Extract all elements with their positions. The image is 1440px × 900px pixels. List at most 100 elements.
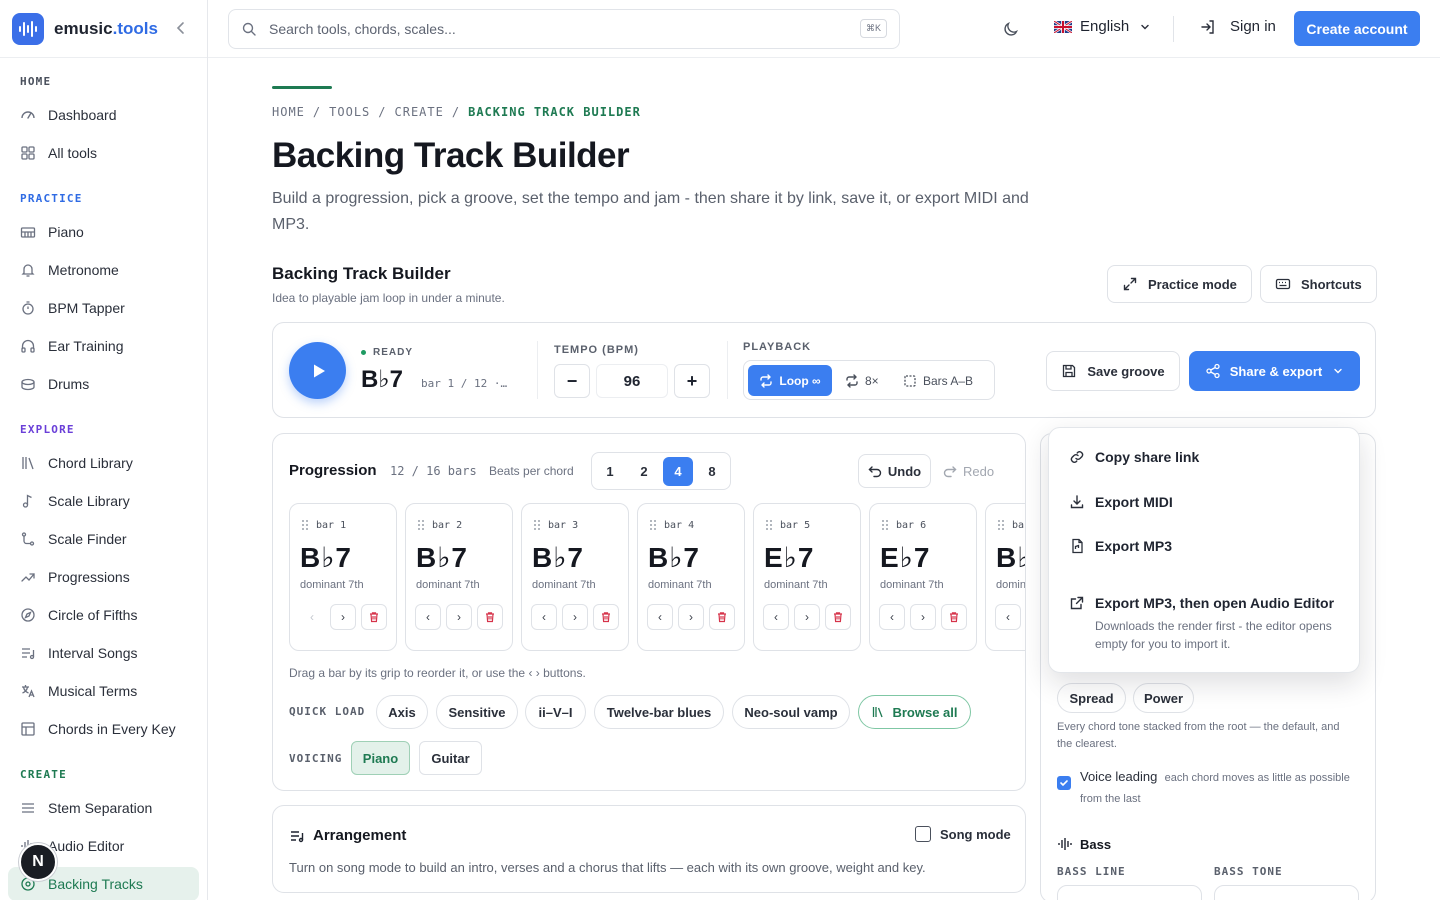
menu-item-export-midi[interactable]: Export MIDI [1069,494,1173,510]
quick-load-axis[interactable]: Axis [376,695,428,729]
menu-item-export-mp3[interactable]: Export MP3 [1069,538,1172,554]
chevron-left-icon[interactable] [172,19,190,37]
delete-bar-button[interactable] [709,604,735,630]
breadcrumb-home[interactable]: HOME [272,105,305,119]
bar-card[interactable]: bar 6 E♭7 dominant 7th ‹ › [869,503,977,651]
drag-grip-icon[interactable] [649,519,657,531]
bar-card[interactable]: bar 5 E♭7 dominant 7th ‹ › [753,503,861,651]
create-account-button[interactable]: Create account [1294,11,1420,46]
move-bar-right-button[interactable]: › [910,604,936,630]
quick-load-twelve-bar-blues[interactable]: Twelve-bar blues [594,695,724,729]
beats-option-1[interactable]: 1 [595,457,625,486]
voicing-spread[interactable]: Spread [1057,683,1126,713]
quick-load-neo-soul-vamp[interactable]: Neo-soul vamp [732,695,850,729]
checkbox-checked[interactable] [1057,776,1071,790]
language-selector[interactable]: English [1054,18,1151,35]
breadcrumb-separator: / [312,105,322,119]
bar-card[interactable]: bar 3 B♭7 dominant 7th ‹ › [521,503,629,651]
delete-bar-button[interactable] [593,604,619,630]
move-bar-right-button[interactable]: › [330,604,356,630]
practice-mode-button[interactable]: Practice mode [1107,265,1252,303]
sidebar-item-metronome[interactable]: Metronome [8,253,199,287]
share-export-button[interactable]: Share & export [1189,351,1360,391]
sidebar-item-drums[interactable]: Drums [8,367,199,401]
moon-icon[interactable] [1002,20,1020,38]
delete-bar-button[interactable] [361,604,387,630]
tempo-decrease-button[interactable]: − [554,364,590,398]
bass-tone-select[interactable] [1214,885,1359,900]
move-bar-left-button[interactable]: ‹ [647,604,673,630]
menu-item-export-mp3-open-editor[interactable]: Export MP3, then open Audio Editor [1069,595,1334,611]
sidebar-item-musical-terms[interactable]: Musical Terms [8,674,199,708]
loop-toggle[interactable]: Loop ∞ [748,365,832,396]
search-input[interactable] [269,21,829,37]
move-bar-left-button[interactable]: ‹ [299,604,325,630]
quick-load-sensitive[interactable]: Sensitive [436,695,518,729]
delete-bar-button[interactable] [941,604,967,630]
sidebar-item-chords-in-every-key[interactable]: Chords in Every Key [8,712,199,746]
move-bar-left-button[interactable]: ‹ [531,604,557,630]
bar-card[interactable]: bar 2 B♭7 dominant 7th ‹ › [405,503,513,651]
music-note-icon [20,493,36,509]
tempo-increase-button[interactable]: + [674,364,710,398]
voice-leading-checkbox[interactable]: Voice leading each chord moves as little… [1057,767,1350,809]
move-bar-left-button[interactable]: ‹ [415,604,441,630]
drag-grip-icon[interactable] [765,519,773,531]
beats-option-2[interactable]: 2 [629,457,659,486]
sidebar-item-ear-training[interactable]: Ear Training [8,329,199,363]
sidebar-item-stem-separation[interactable]: Stem Separation [8,791,199,825]
voicing-guitar[interactable]: Guitar [419,741,482,775]
move-bar-left-button[interactable]: ‹ [879,604,905,630]
bar-card[interactable]: bar 4 B♭7 dominant 7th ‹ › [637,503,745,651]
move-bar-left-button[interactable]: ‹ [995,604,1021,630]
drag-grip-icon[interactable] [881,519,889,531]
sidebar-item-interval-songs[interactable]: Interval Songs [8,636,199,670]
sidebar-item-circle-of-fifths[interactable]: Circle of Fifths [8,598,199,632]
bars-ab-toggle[interactable]: Bars A–B [903,365,973,396]
undo-icon [868,464,882,478]
sidebar-item-all-tools[interactable]: All tools [8,136,199,170]
bar-card[interactable]: ba B♭ domin ‹ [985,503,1025,651]
bass-line-select[interactable] [1057,885,1202,900]
sidebar-item-piano[interactable]: Piano [8,215,199,249]
delete-bar-button[interactable] [825,604,851,630]
sidebar-item-scale-finder[interactable]: Scale Finder [8,522,199,556]
delete-bar-button[interactable] [477,604,503,630]
sidebar-item-chord-library[interactable]: Chord Library [8,446,199,480]
beats-option-4[interactable]: 4 [663,457,693,486]
move-bar-left-button[interactable]: ‹ [763,604,789,630]
sidebar-item-dashboard[interactable]: Dashboard [8,98,199,132]
breadcrumb-tools[interactable]: TOOLS [329,105,370,119]
browse-all-button[interactable]: Browse all [858,695,971,729]
play-button[interactable] [289,342,346,399]
drag-grip-icon[interactable] [301,519,309,531]
voicing-power[interactable]: Power [1133,683,1194,713]
menu-item-copy-share-link[interactable]: Copy share link [1069,449,1199,465]
song-mode-checkbox[interactable]: Song mode [915,826,1011,842]
search-box[interactable]: ⌘K [228,9,900,49]
move-bar-right-button[interactable]: › [562,604,588,630]
drag-grip-icon[interactable] [417,519,425,531]
redo-button[interactable]: Redo [943,454,994,488]
tempo-value[interactable]: 96 [596,364,668,398]
repeat-count-toggle[interactable]: 8× [845,365,879,396]
breadcrumb-create[interactable]: CREATE [395,105,444,119]
undo-button[interactable]: Undo [858,454,931,488]
user-avatar-badge[interactable]: N [19,843,57,881]
sidebar-item-scale-library[interactable]: Scale Library [8,484,199,518]
quick-load-ii-v-i[interactable]: ii–V–I [525,695,586,729]
sidebar-item-bpm-tapper[interactable]: BPM Tapper [8,291,199,325]
move-bar-right-button[interactable]: › [678,604,704,630]
save-groove-button[interactable]: Save groove [1046,351,1180,391]
beats-option-8[interactable]: 8 [697,457,727,486]
checkbox-unchecked[interactable] [915,826,931,842]
sign-in-link[interactable]: Sign in [1200,18,1276,35]
drag-grip-icon[interactable] [997,519,1005,531]
move-bar-right-button[interactable]: › [446,604,472,630]
move-bar-right-button[interactable]: › [794,604,820,630]
voicing-piano[interactable]: Piano [351,741,410,775]
bar-card[interactable]: bar 1 B♭7 dominant 7th ‹ › [289,503,397,651]
drag-grip-icon[interactable] [533,519,541,531]
shortcuts-button[interactable]: Shortcuts [1260,265,1377,303]
sidebar-item-progressions[interactable]: Progressions [8,560,199,594]
